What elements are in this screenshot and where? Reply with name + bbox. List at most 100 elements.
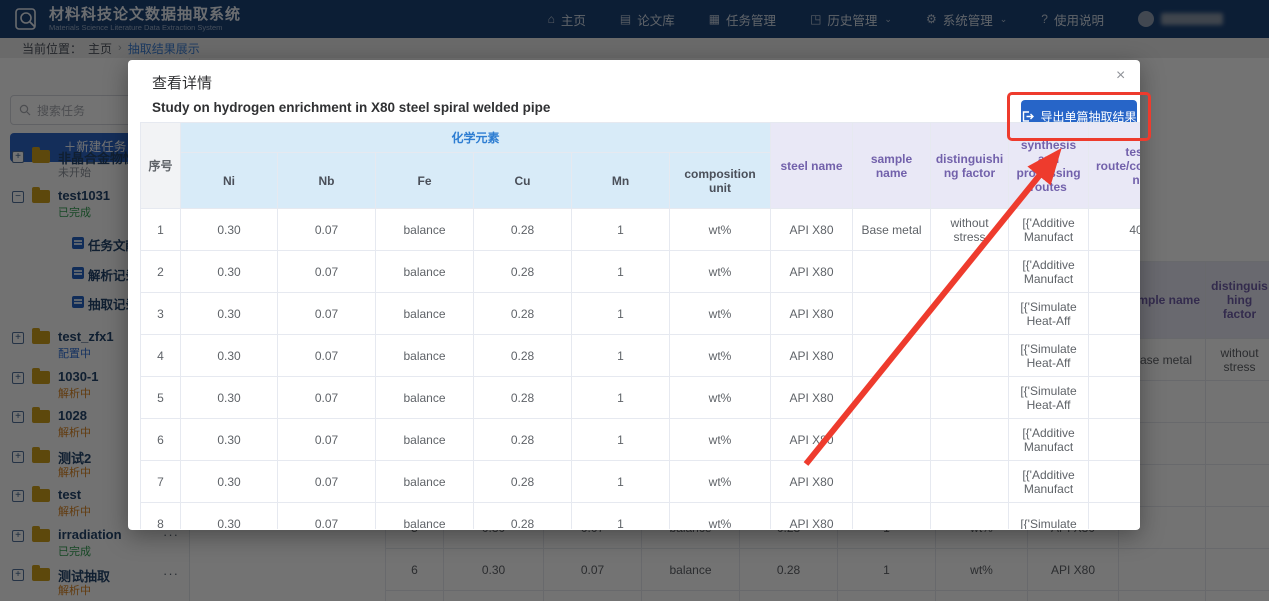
table-cell: 0.30 bbox=[181, 419, 278, 461]
table-cell: 0.28 bbox=[474, 209, 572, 251]
table-row: 40.300.07balance0.281wt%API X80[{'Simula… bbox=[141, 335, 1141, 377]
table-cell: wt% bbox=[670, 335, 771, 377]
table-cell bbox=[931, 335, 1009, 377]
table-row: 20.300.07balance0.281wt%API X80[{'Additi… bbox=[141, 251, 1141, 293]
table-cell: 0.28 bbox=[474, 377, 572, 419]
table-cell: wt% bbox=[670, 251, 771, 293]
data-table: 序号化学元素steel namesample namedistinguishin… bbox=[140, 122, 1140, 529]
table-cell: 0.28 bbox=[474, 335, 572, 377]
table-row: 10.300.07balance0.281wt%API X80Base meta… bbox=[141, 209, 1141, 251]
table-cell: balance bbox=[376, 419, 474, 461]
col-header-seq: 序号 bbox=[141, 123, 181, 209]
table-row: 30.300.07balance0.281wt%API X80[{'Simula… bbox=[141, 293, 1141, 335]
table-cell: wt% bbox=[670, 419, 771, 461]
table-cell bbox=[931, 503, 1009, 530]
table-cell: 0.07 bbox=[278, 377, 376, 419]
detail-modal: 查看详情 × Study on hydrogen enrichment in X… bbox=[128, 60, 1140, 530]
table-cell: Base metal bbox=[853, 209, 931, 251]
table-cell: [{'Additive Manufact bbox=[1009, 419, 1089, 461]
table-cell: 8 bbox=[141, 503, 181, 530]
extraction-table[interactable]: 序号化学元素steel namesample namedistinguishin… bbox=[140, 122, 1140, 529]
table-cell: [{'Simulate Heat-Aff bbox=[1009, 377, 1089, 419]
table-row: 80.300.07balance0.281wt%API X80[{'Simula… bbox=[141, 503, 1141, 530]
table-cell: 1 bbox=[572, 503, 670, 530]
table-cell: 0.30 bbox=[181, 209, 278, 251]
table-cell bbox=[853, 461, 931, 503]
table-cell: 40 bbox=[1089, 209, 1140, 251]
table-cell: 1 bbox=[572, 377, 670, 419]
table-cell: 0.07 bbox=[278, 503, 376, 530]
table-cell: without stress bbox=[931, 209, 1009, 251]
table-cell: 1 bbox=[572, 419, 670, 461]
table-cell bbox=[931, 461, 1009, 503]
table-row: 50.300.07balance0.281wt%API X80 [{'Simula… bbox=[141, 377, 1141, 419]
table-cell: API X80 bbox=[771, 209, 853, 251]
table-cell: 0.30 bbox=[181, 377, 278, 419]
table-cell: 6 bbox=[141, 419, 181, 461]
close-icon[interactable]: × bbox=[1116, 68, 1125, 84]
table-cell: API X80 bbox=[771, 335, 853, 377]
table-cell: balance bbox=[376, 461, 474, 503]
table-cell: 0.30 bbox=[181, 335, 278, 377]
table-cell bbox=[931, 419, 1009, 461]
table-cell: 0.30 bbox=[181, 293, 278, 335]
table-cell: 1 bbox=[141, 209, 181, 251]
col-header: Ni bbox=[181, 153, 278, 209]
col-header: Fe bbox=[376, 153, 474, 209]
table-cell: 0.07 bbox=[278, 209, 376, 251]
table-cell: 0.30 bbox=[181, 461, 278, 503]
table-cell: balance bbox=[376, 377, 474, 419]
table-cell: 1 bbox=[572, 251, 670, 293]
screen: 材料科技论文数据抽取系统 Materials Science Literatur… bbox=[0, 0, 1269, 601]
table-cell: 0.30 bbox=[181, 251, 278, 293]
table-cell bbox=[931, 377, 1009, 419]
table-cell bbox=[853, 293, 931, 335]
table-cell: API X80 bbox=[771, 377, 853, 419]
paper-title: Study on hydrogen enrichment in X80 stee… bbox=[152, 100, 550, 115]
table-cell: 1 bbox=[572, 335, 670, 377]
table-cell: 0.28 bbox=[474, 293, 572, 335]
table-cell: 0.28 bbox=[474, 251, 572, 293]
table-cell: wt% bbox=[670, 461, 771, 503]
table-cell bbox=[853, 251, 931, 293]
table-cell: 2 bbox=[141, 251, 181, 293]
table-cell: wt% bbox=[670, 209, 771, 251]
table-cell bbox=[1089, 293, 1140, 335]
group-header-chemical-elements: 化学元素 bbox=[181, 123, 771, 153]
col-header: Mn bbox=[572, 153, 670, 209]
table-cell: wt% bbox=[670, 503, 771, 530]
table-cell: API X80 bbox=[771, 293, 853, 335]
table-cell: API X80 bbox=[771, 419, 853, 461]
table-cell: 5 bbox=[141, 377, 181, 419]
table-cell: 1 bbox=[572, 293, 670, 335]
table-cell: 0.07 bbox=[278, 419, 376, 461]
table-cell: balance bbox=[376, 335, 474, 377]
table-row: 60.300.07balance0.281wt%API X80[{'Additi… bbox=[141, 419, 1141, 461]
table-cell: API X80 bbox=[771, 503, 853, 530]
table-cell: 1 bbox=[572, 209, 670, 251]
table-cell bbox=[853, 377, 931, 419]
col-header: distinguishing factor bbox=[931, 123, 1009, 209]
table-cell: 0.28 bbox=[474, 503, 572, 530]
table-cell: 0.28 bbox=[474, 461, 572, 503]
table-cell bbox=[853, 335, 931, 377]
table-cell bbox=[1089, 503, 1140, 530]
table-cell bbox=[931, 251, 1009, 293]
table-cell: wt% bbox=[670, 293, 771, 335]
table-cell: balance bbox=[376, 293, 474, 335]
table-cell: [{'Additive Manufact bbox=[1009, 461, 1089, 503]
table-cell: 7 bbox=[141, 461, 181, 503]
col-header: synthesis and processing routes bbox=[1009, 123, 1089, 209]
table-cell: wt% bbox=[670, 377, 771, 419]
col-header: composition unit bbox=[670, 153, 771, 209]
table-cell: API X80 bbox=[771, 251, 853, 293]
table-cell bbox=[853, 503, 931, 530]
table-cell bbox=[853, 419, 931, 461]
table-cell: [{'Additive Manufact bbox=[1009, 251, 1089, 293]
table-cell: 1 bbox=[572, 461, 670, 503]
table-cell: [{'Additive Manufact bbox=[1009, 209, 1089, 251]
table-cell: [{'Simulate bbox=[1009, 503, 1089, 530]
col-header: Cu bbox=[474, 153, 572, 209]
table-cell: 3 bbox=[141, 293, 181, 335]
table-cell: [{'Simulate Heat-Aff bbox=[1009, 335, 1089, 377]
